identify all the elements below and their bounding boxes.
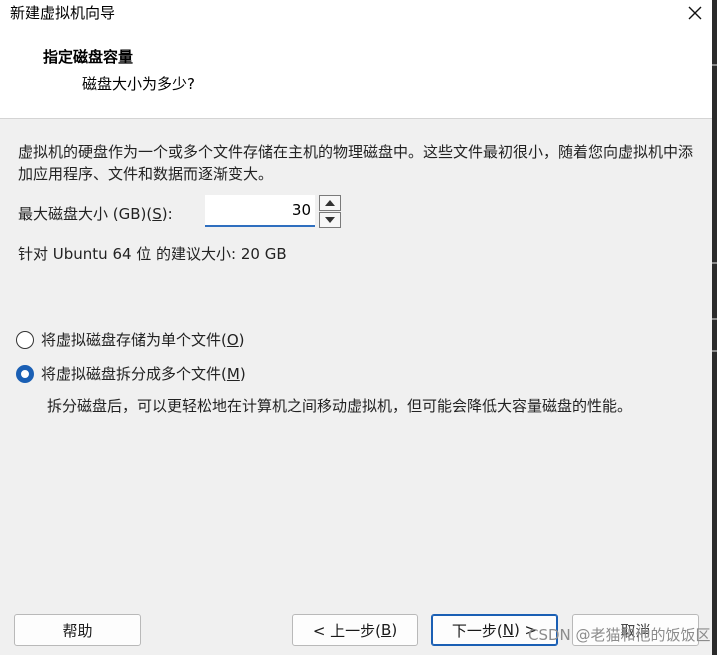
title-bar: 新建虚拟机向导	[0, 0, 717, 26]
watermark-text: CSDN @老猫和他的饭饭区	[528, 626, 711, 644]
wizard-body: 虚拟机的硬盘作为一个或多个文件存储在主机的物理磁盘中。这些文件最初很小，随着您向…	[0, 119, 712, 599]
disk-size-stepper[interactable]	[205, 195, 343, 229]
close-button[interactable]	[673, 0, 717, 26]
increment-button[interactable]	[319, 195, 341, 211]
recommended-size-text: 针对 Ubuntu 64 位 的建议大小: 20 GB	[18, 245, 287, 263]
split-files-label: 将虚拟磁盘拆分成多个文件(M)	[41, 365, 246, 383]
single-file-option[interactable]: 将虚拟磁盘存储为单个文件(O)	[16, 329, 245, 350]
page-subtitle: 磁盘大小为多少?	[82, 75, 195, 93]
radio-split-files[interactable]	[16, 364, 34, 383]
back-button[interactable]: < 上一步(B)	[292, 614, 418, 646]
disk-size-label: 最大磁盘大小 (GB)(S):	[18, 205, 173, 223]
description-text: 虚拟机的硬盘作为一个或多个文件存储在主机的物理磁盘中。这些文件最初很小，随着您向…	[18, 143, 694, 183]
triangle-down-icon	[325, 217, 335, 223]
wizard-header: 指定磁盘容量 磁盘大小为多少?	[0, 26, 712, 119]
help-button[interactable]: 帮助	[14, 614, 141, 646]
radio-single-file[interactable]	[16, 330, 34, 349]
decrement-button[interactable]	[319, 212, 341, 228]
single-file-label: 将虚拟磁盘存储为单个文件(O)	[41, 331, 245, 349]
background-window-edge	[712, 0, 717, 655]
close-icon	[688, 6, 702, 20]
stepper-buttons	[319, 195, 341, 229]
triangle-up-icon	[325, 200, 335, 206]
page-title: 指定磁盘容量	[43, 48, 134, 66]
window-title: 新建虚拟机向导	[10, 4, 116, 22]
split-files-option[interactable]: 将虚拟磁盘拆分成多个文件(M)	[16, 363, 246, 384]
split-description-text: 拆分磁盘后，可以更轻松地在计算机之间移动虚拟机，但可能会降低大容量磁盘的性能。	[47, 397, 633, 415]
disk-size-input[interactable]	[205, 195, 315, 227]
